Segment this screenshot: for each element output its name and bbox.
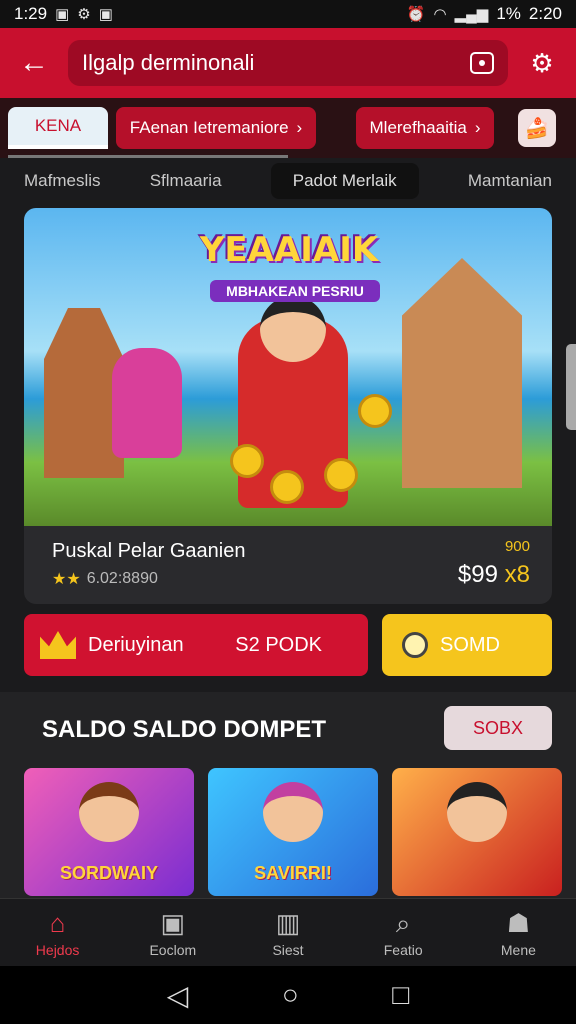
category-chip-active[interactable]: KENA	[8, 107, 108, 149]
signal-icon: ▂▄▆	[454, 6, 489, 23]
price-value: $99	[457, 561, 498, 588]
sub-tab[interactable]: Sflmaaria	[150, 171, 222, 191]
game-card-label: SAVIRRI!	[254, 863, 332, 883]
nav-inbox[interactable]: ▣ Eoclom	[115, 899, 230, 966]
settings-icon: ⚙	[77, 6, 91, 23]
game-card[interactable]: SAVIRRI!	[208, 768, 378, 896]
price-big: $99 x8	[458, 561, 530, 589]
alarm-icon: ⏰	[406, 6, 426, 23]
coin-icon	[270, 470, 304, 504]
category-chip-label: KENA	[34, 116, 82, 135]
coin-icon	[358, 394, 392, 428]
category-chip-label: FAenan Ietremaniore	[129, 118, 289, 137]
game-name: Puskal Pelar Gaanien	[52, 540, 246, 562]
game-card[interactable]	[392, 768, 562, 896]
scroll-handle[interactable]	[566, 344, 576, 430]
top-header: ← Ilgalp derminonali ⚙	[0, 28, 576, 98]
price-block: 900 $99 x8	[458, 538, 530, 589]
wifi-icon: ◠	[433, 6, 447, 23]
multiplier: x8	[504, 561, 530, 588]
sub-tabs: Mafmeslis Sflmaaria Padot Merlaik Mamtan…	[0, 162, 576, 200]
banner-title: YEAAIAIK	[199, 230, 379, 270]
status-time-left: 1:29	[14, 4, 48, 23]
back-button[interactable]: ←	[14, 43, 54, 83]
character-hero-head	[260, 296, 326, 362]
nav-label: Hejdos	[35, 941, 80, 958]
cake-icon[interactable]: 🍰	[518, 109, 556, 147]
rating-text: 6.02:8890	[86, 570, 158, 587]
star-icon: ★★	[52, 571, 81, 588]
chevron-right-icon: ›	[296, 118, 303, 137]
game-card-label: SORDWAIY	[59, 863, 158, 883]
section-title: SALDO SALDO DOMPET	[42, 716, 327, 743]
coin-icon	[230, 444, 264, 478]
nav-profile[interactable]: ☗ Mene	[461, 899, 576, 966]
category-chip[interactable]: Mlerefhaaitia ›	[356, 107, 494, 149]
nav-label: Mene	[500, 941, 536, 958]
character-girl	[112, 348, 182, 458]
primary-action-button[interactable]: Deriuyinan S2 PODK	[24, 614, 368, 676]
featured-game-banner: YEAAIAIK MBHAKEAN PESRIU	[24, 208, 552, 526]
battery-percent: 1%	[496, 4, 521, 23]
coin-icon	[324, 458, 358, 492]
system-nav-bar: ◁ ○ □	[0, 966, 576, 1024]
home-icon: ⌂	[49, 907, 66, 938]
sub-tab-active[interactable]: Padot Merlaik	[270, 163, 419, 199]
arrow-left-icon: ←	[19, 46, 49, 79]
camera-icon[interactable]	[470, 52, 494, 74]
category-row: KENA FAenan Ietremaniore › Mlerefhaaitia…	[0, 98, 576, 158]
status-time-right: 2:20	[528, 4, 562, 23]
category-chip[interactable]: FAenan Ietremaniore ›	[116, 107, 316, 149]
chevron-right-icon: ›	[474, 118, 481, 137]
key-icon	[402, 632, 428, 658]
game-list: SORDWAIY SAVIRRI!	[24, 768, 576, 896]
nav-label: Featio	[383, 941, 423, 958]
castle-tower-right	[402, 258, 522, 488]
primary-action-value: S2 PODK	[235, 633, 322, 656]
bottom-nav: ⌂ Hejdos ▣ Eoclom ▥ Siest ⌕ Featio ☗ Men…	[0, 898, 576, 966]
profile-icon: ☗	[506, 907, 531, 938]
nav-home[interactable]: ⌂ Hejdos	[0, 899, 115, 966]
sub-tab[interactable]: Mamtanian	[468, 171, 552, 191]
nav-chart[interactable]: ▥ Siest	[230, 899, 345, 966]
secondary-action-label: SOMD	[440, 633, 500, 656]
nav-label: Siest	[272, 941, 304, 958]
featured-game-info: Puskal Pelar Gaanien ★★ 6.02:8890 900 $9…	[24, 526, 552, 604]
status-bar: 1:29 ▣ ⚙ ▣ ⏰ ◠ ▂▄▆ 1% 2:20	[0, 0, 576, 28]
category-scroll-indicator	[8, 155, 288, 158]
nav-search[interactable]: ⌕ Featio	[346, 899, 461, 966]
recents-square-icon[interactable]: □	[392, 979, 409, 1011]
action-buttons: Deriuyinan S2 PODK SOMD	[24, 614, 552, 676]
settings-button[interactable]: ⚙	[522, 43, 562, 83]
price-small: 900	[504, 538, 530, 555]
category-chip-label: Mlerefhaaitia	[369, 118, 467, 137]
game-character	[447, 782, 507, 842]
sub-tab[interactable]: Mafmeslis	[24, 171, 101, 191]
chart-icon: ▥	[275, 907, 301, 938]
game-character	[79, 782, 139, 842]
banner-subtitle: MBHAKEAN PESRIU	[210, 280, 380, 302]
inbox-icon: ▣	[160, 907, 186, 938]
gear-icon: ⚙	[530, 47, 554, 78]
crown-icon	[40, 631, 76, 659]
game-character	[263, 782, 323, 842]
featured-game-card[interactable]: YEAAIAIK MBHAKEAN PESRIU Puskal Pelar Ga…	[24, 208, 552, 604]
search-icon: ⌕	[395, 907, 411, 938]
notification-icon: ▣	[55, 6, 70, 23]
app-icon: ▣	[98, 6, 113, 23]
game-rating: ★★ 6.02:8890	[52, 569, 524, 589]
section-button[interactable]: SOBX	[444, 706, 552, 750]
search-input[interactable]: Ilgalp derminonali	[82, 50, 254, 76]
nav-label: Eoclom	[149, 941, 197, 958]
search-bar[interactable]: Ilgalp derminonali	[68, 40, 508, 86]
home-circle-icon[interactable]: ○	[282, 979, 299, 1011]
back-triangle-icon[interactable]: ◁	[167, 979, 189, 1012]
primary-action-label: Deriuyinan	[88, 633, 184, 656]
secondary-action-button[interactable]: SOMD	[382, 614, 552, 676]
game-card[interactable]: SORDWAIY	[24, 768, 194, 896]
